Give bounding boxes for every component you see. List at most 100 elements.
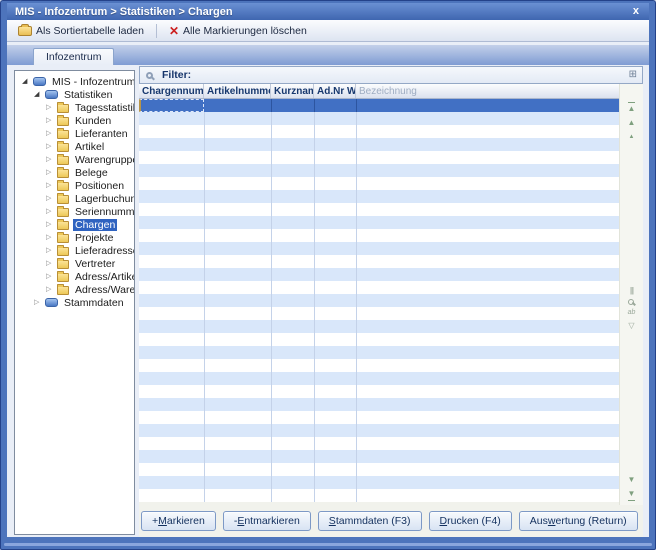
folder-icon: [57, 182, 69, 191]
table-row[interactable]: [139, 125, 619, 138]
column-lines-icon[interactable]: |||: [630, 286, 633, 295]
column-header-chargennummer[interactable]: Chargennummer ▼: [139, 84, 204, 98]
collapsed-triangle-icon[interactable]: [34, 296, 45, 309]
table-row[interactable]: [139, 268, 619, 281]
collapsed-triangle-icon[interactable]: [46, 257, 57, 270]
page-up-icon[interactable]: ▲: [629, 131, 635, 143]
navigation-tree: MIS - Infozentrum Statistiken Tagesstati…: [14, 70, 135, 535]
tree-item-belege[interactable]: Belege: [15, 166, 134, 179]
collapsed-triangle-icon[interactable]: [46, 244, 57, 257]
close-icon[interactable]: x: [633, 6, 639, 17]
expanded-triangle-icon[interactable]: [34, 88, 45, 101]
tree-item-vertreter[interactable]: Vertreter: [15, 257, 134, 270]
folder-icon: [57, 195, 69, 204]
auswertung-button[interactable]: Auswertung (Return): [519, 511, 638, 531]
tree-item-lieferadressen[interactable]: Lieferadressen: [15, 244, 134, 257]
table-row[interactable]: [139, 203, 619, 216]
tree-item-stammdaten[interactable]: Stammdaten: [15, 296, 134, 309]
table-row[interactable]: [139, 255, 619, 268]
table-row[interactable]: [139, 359, 619, 372]
collapsed-triangle-icon[interactable]: [46, 231, 57, 244]
column-header-bezeichnung[interactable]: Bezeichnung: [356, 84, 619, 98]
expanded-triangle-icon[interactable]: [22, 75, 33, 88]
arrow-down-icon[interactable]: ▼: [628, 474, 636, 486]
clear-markings-button[interactable]: ✕ Alle Markierungen löschen: [164, 23, 312, 39]
collapsed-triangle-icon[interactable]: [46, 153, 57, 166]
table-row[interactable]: [139, 177, 619, 190]
drucken-button[interactable]: Drucken (F4): [429, 511, 512, 531]
tree-item-statistiken[interactable]: Statistiken: [15, 88, 134, 101]
table-row[interactable]: [139, 190, 619, 203]
tree-item-lagerbuchungen[interactable]: Lagerbuchungen: [15, 192, 134, 205]
table-row[interactable]: [139, 333, 619, 346]
table-row[interactable]: [139, 281, 619, 294]
focused-cell[interactable]: [139, 99, 204, 112]
filter-input[interactable]: [195, 68, 628, 82]
arrow-up-icon[interactable]: ▲: [628, 117, 636, 129]
table-row[interactable]: [139, 294, 619, 307]
tree-item-chargen[interactable]: Chargen: [15, 218, 134, 231]
collapsed-triangle-icon[interactable]: [46, 140, 57, 153]
table-row[interactable]: [139, 138, 619, 151]
table-row[interactable]: [139, 437, 619, 450]
tree-item-adress-warengruppen[interactable]: Adress/Warengruppen: [15, 283, 134, 296]
table-row[interactable]: [139, 372, 619, 385]
table-row[interactable]: [139, 346, 619, 359]
tree-item-mis-infozentrum[interactable]: MIS - Infozentrum: [15, 75, 134, 88]
collapsed-triangle-icon[interactable]: [46, 283, 57, 296]
table-row[interactable]: [139, 476, 619, 489]
tree-item-lieferanten[interactable]: Lieferanten: [15, 127, 134, 140]
table-row[interactable]: [139, 424, 619, 437]
markieren-button[interactable]: + Markieren: [141, 511, 216, 531]
collapsed-triangle-icon[interactable]: [46, 101, 57, 114]
collapsed-triangle-icon[interactable]: [46, 218, 57, 231]
column-header-kurzname[interactable]: Kurzname: [271, 84, 314, 98]
tree-item-adress-artikel[interactable]: Adress/Artikel: [15, 270, 134, 283]
tree-item-positionen[interactable]: Positionen: [15, 179, 134, 192]
table-row[interactable]: [139, 164, 619, 177]
scroll-to-top-icon[interactable]: ▲: [628, 102, 636, 115]
table-row[interactable]: [139, 307, 619, 320]
column-chooser-icon[interactable]: ⊞: [629, 70, 637, 80]
table-row[interactable]: [139, 112, 619, 125]
collapsed-triangle-icon[interactable]: [46, 179, 57, 192]
tree-item-tagesstatistik[interactable]: Tagesstatistik: [15, 101, 134, 114]
collapsed-triangle-icon[interactable]: [46, 114, 57, 127]
collapsed-triangle-icon[interactable]: [46, 166, 57, 179]
column-header-artikelnummer[interactable]: Artikelnummer: [204, 84, 271, 98]
table-row[interactable]: [139, 229, 619, 242]
table-row[interactable]: [139, 489, 619, 502]
tab-infozentrum[interactable]: Infozentrum: [33, 48, 114, 65]
funnel-icon[interactable]: ▽: [628, 320, 634, 332]
tree-item-warengruppen[interactable]: Warengruppen: [15, 153, 134, 166]
table-row[interactable]: [139, 242, 619, 255]
table-row-selected[interactable]: [139, 99, 619, 112]
filter-label: Filter:: [162, 69, 191, 81]
collapsed-triangle-icon[interactable]: [46, 192, 57, 205]
collapsed-triangle-icon[interactable]: [46, 205, 57, 218]
search-icon[interactable]: [628, 299, 634, 305]
folder-icon: [57, 104, 69, 113]
table-row[interactable]: [139, 450, 619, 463]
scroll-to-bottom-icon[interactable]: ▼: [628, 488, 636, 501]
collapsed-triangle-icon[interactable]: [46, 127, 57, 140]
letters-icon[interactable]: ab: [628, 309, 636, 316]
table-row[interactable]: [139, 151, 619, 164]
tree-item-projekte[interactable]: Projekte: [15, 231, 134, 244]
table-row[interactable]: [139, 398, 619, 411]
collapsed-triangle-icon[interactable]: [46, 270, 57, 283]
tree-item-artikel[interactable]: Artikel: [15, 140, 134, 153]
table-row[interactable]: [139, 216, 619, 229]
tree-item-seriennummern[interactable]: Seriennummern: [15, 205, 134, 218]
stammdaten-button[interactable]: Stammdaten (F3): [318, 511, 422, 531]
entmarkieren-button[interactable]: - Entmarkieren: [223, 511, 311, 531]
tree-item-kunden[interactable]: Kunden: [15, 114, 134, 127]
table-row[interactable]: [139, 320, 619, 333]
table-row[interactable]: [139, 411, 619, 424]
column-header-adnr-we[interactable]: Ad.Nr WE: [314, 84, 356, 98]
table-row[interactable]: [139, 463, 619, 476]
load-sort-table-button[interactable]: Als Sortiertabelle laden: [13, 23, 149, 39]
folder-icon: [57, 130, 69, 139]
category-icon: [45, 90, 58, 99]
table-row[interactable]: [139, 385, 619, 398]
